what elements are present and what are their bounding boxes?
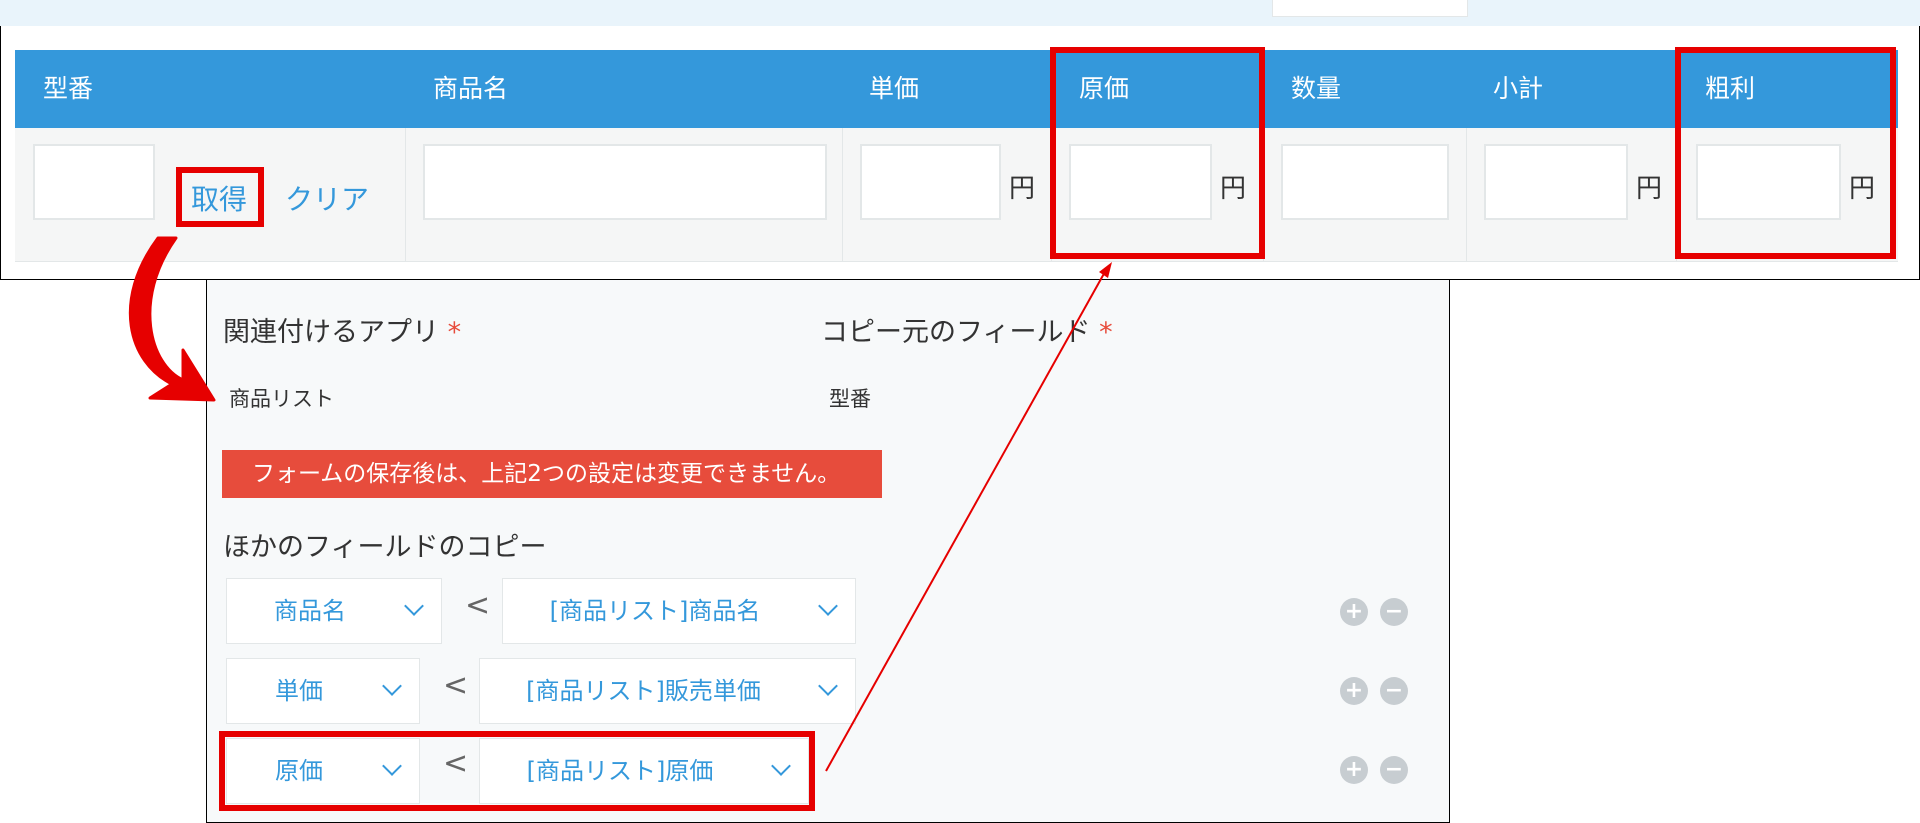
red-arrowhead-icon bbox=[1099, 262, 1112, 278]
screenshot-stage: 型番 商品名 単価 原価 数量 小計 粗利 取得 クリア 円 円 円 円 関連付… bbox=[0, 0, 1920, 823]
red-connector-line bbox=[825, 269, 1107, 772]
annotation-arrows bbox=[128, 236, 1112, 772]
red-curved-arrow-icon bbox=[128, 236, 216, 402]
